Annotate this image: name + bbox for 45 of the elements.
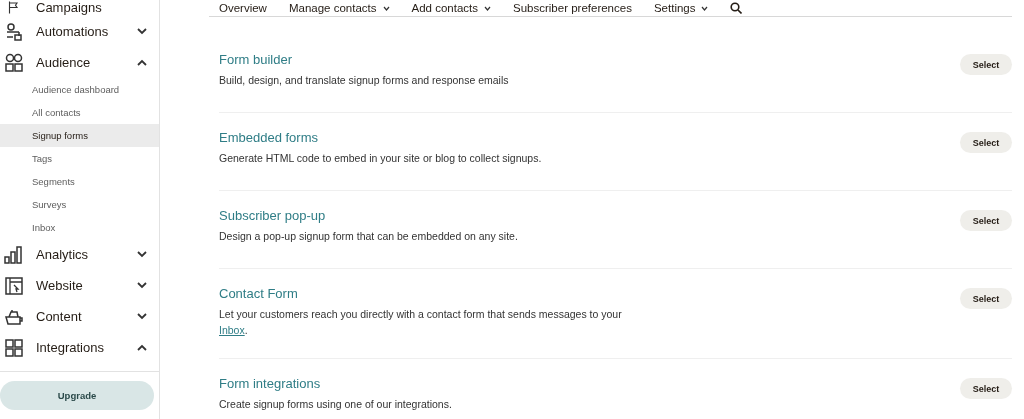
select-button[interactable]: Select bbox=[960, 210, 1012, 231]
sidebar-item[interactable]: Website bbox=[0, 270, 159, 301]
nav-tab[interactable]: Add contacts bbox=[411, 2, 491, 14]
option-description: Create signup forms using one of our integrations. bbox=[219, 397, 453, 412]
nav-tab[interactable]: Subscriber preferences bbox=[513, 2, 632, 14]
option-title: Form builder bbox=[219, 52, 293, 68]
nav-tab[interactable]: Overview bbox=[219, 2, 267, 14]
sidebar-subitem[interactable]: Tags bbox=[0, 147, 159, 170]
sidebar-item[interactable]: Campaigns bbox=[0, 0, 159, 16]
sidebar-item[interactable]: Audience bbox=[0, 47, 159, 78]
sidebar-subitem[interactable]: Signup forms bbox=[0, 124, 159, 147]
chevron-icon bbox=[484, 5, 491, 11]
sidebar-item[interactable]: Automations bbox=[0, 16, 159, 47]
chevron-icon bbox=[382, 5, 390, 11]
sidebar-item[interactable]: Content bbox=[0, 301, 159, 332]
sidebar-subitem[interactable]: Audience dashboard bbox=[0, 78, 159, 101]
option-description: Let your customers reach you directly with a contact form that sends messages to your Inbox. bbox=[219, 307, 623, 338]
chevron-icon bbox=[701, 5, 709, 11]
grid-icon bbox=[4, 337, 24, 358]
flow-icon bbox=[4, 21, 24, 42]
sidebar-item[interactable]: Integrations bbox=[0, 332, 159, 363]
option-title: Subscriber pop-up bbox=[219, 208, 327, 224]
upgrade-button[interactable]: Upgrade bbox=[0, 381, 154, 410]
select-button[interactable]: Select bbox=[960, 54, 1012, 75]
option-description: Build, design, and translate signup forms and response emails bbox=[219, 73, 510, 88]
search-icon[interactable] bbox=[730, 2, 743, 14]
bar-chart-icon bbox=[4, 244, 24, 265]
browser-icon bbox=[4, 275, 24, 296]
sidebar-item[interactable]: Analytics bbox=[0, 239, 159, 270]
option-description: Generate HTML code to embed in your site or blog to collect signups. bbox=[219, 151, 543, 166]
select-button[interactable]: Select bbox=[960, 378, 1012, 399]
nav-tab[interactable]: Settings bbox=[653, 2, 709, 14]
option-title: Contact Form bbox=[219, 286, 299, 302]
option-title: Form integrations bbox=[219, 376, 322, 392]
sidebar-subitem[interactable]: Inbox bbox=[0, 216, 159, 239]
option-description: Design a pop-up signup form that can be embedded on any site. bbox=[219, 229, 519, 244]
inbox-link[interactable]: Inbox bbox=[219, 324, 245, 336]
people-icon bbox=[4, 52, 24, 73]
select-button[interactable]: Select bbox=[960, 132, 1012, 153]
option-title: Embedded forms bbox=[219, 130, 319, 146]
sidebar-subitem[interactable]: All contacts bbox=[0, 101, 159, 124]
nav-tab[interactable]: Manage contacts bbox=[288, 2, 390, 14]
sidebar-subitem[interactable]: Surveys bbox=[0, 193, 159, 216]
select-button[interactable]: Select bbox=[960, 288, 1012, 309]
sidebar-subitem[interactable]: Segments bbox=[0, 170, 159, 193]
